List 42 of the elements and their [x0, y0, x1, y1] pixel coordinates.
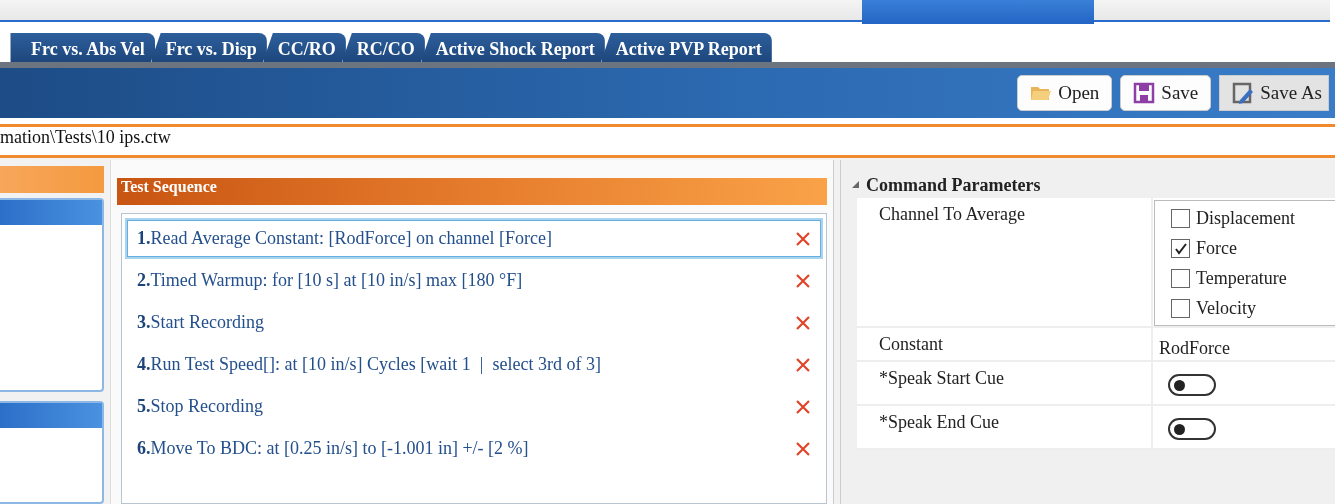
checkbox[interactable]: [1171, 208, 1190, 228]
option-label: Force: [1196, 237, 1237, 259]
sequence-step[interactable]: 6.Move To BDC: at [0.25 in/s] to [-1.001 in] +/- [2 %]: [125, 428, 823, 469]
floppy-pencil-icon: [1232, 82, 1255, 104]
tab[interactable]: Frc vs. Disp: [150, 33, 267, 62]
delete-icon[interactable]: [795, 272, 811, 289]
tab[interactable]: CC/RO: [262, 33, 346, 62]
sequence-step[interactable]: 2.Timed Warmup: for [10 s] at [10 in/s] max [180 °F]: [125, 260, 823, 301]
delete-icon[interactable]: [795, 356, 811, 373]
collapse-icon[interactable]: [851, 180, 860, 190]
option-label: Velocity: [1196, 297, 1256, 319]
sequence-step[interactable]: 3.Start Recording: [125, 302, 823, 343]
delete-icon[interactable]: [795, 314, 811, 331]
tab[interactable]: Frc vs. Abs Vel: [10, 33, 155, 62]
tab[interactable]: Active PVP Report: [600, 33, 772, 62]
property-label: *Speak End Cue: [857, 406, 1153, 448]
tab[interactable]: Active Shock Report: [420, 33, 605, 62]
check-icon: [1173, 241, 1188, 255]
toggle-switch[interactable]: [1168, 374, 1216, 396]
toggle-switch[interactable]: [1168, 418, 1216, 440]
property-label: *Speak Start Cue: [857, 362, 1153, 404]
toolbar-button[interactable]: Save As: [1219, 75, 1329, 111]
sequence-step[interactable]: 5.Stop Recording: [125, 386, 823, 427]
checkbox[interactable]: [1171, 238, 1190, 258]
property-label: Constant: [857, 328, 1153, 360]
sequence-step[interactable]: 4.Run Test Speed[]: at [10 in/s] Cycles [wait 1 | select 3rd of 3]: [125, 344, 823, 385]
toolbar-button[interactable]: Save: [1120, 75, 1212, 111]
checkbox[interactable]: [1171, 298, 1190, 318]
option-label: Displacement: [1196, 207, 1295, 229]
file-path: mation\Tests\10 ips.ctw: [0, 127, 172, 149]
section-title: Command Parameters: [866, 174, 1041, 196]
option-label: Temperature: [1196, 267, 1287, 289]
panel-title: Test Sequence: [117, 178, 827, 205]
property-value: RodForce: [1158, 337, 1231, 359]
delete-icon[interactable]: [795, 398, 811, 415]
property-label: Channel To Average: [857, 198, 1153, 326]
delete-icon[interactable]: [795, 440, 811, 457]
toolbar-button[interactable]: Open: [1017, 75, 1113, 111]
tab[interactable]: RC/CO: [341, 33, 425, 62]
delete-icon[interactable]: [795, 230, 811, 247]
sequence-step[interactable]: 1.Read Average Constant: [RodForce] on channel [Force]: [125, 218, 823, 259]
checkbox[interactable]: [1171, 268, 1190, 288]
